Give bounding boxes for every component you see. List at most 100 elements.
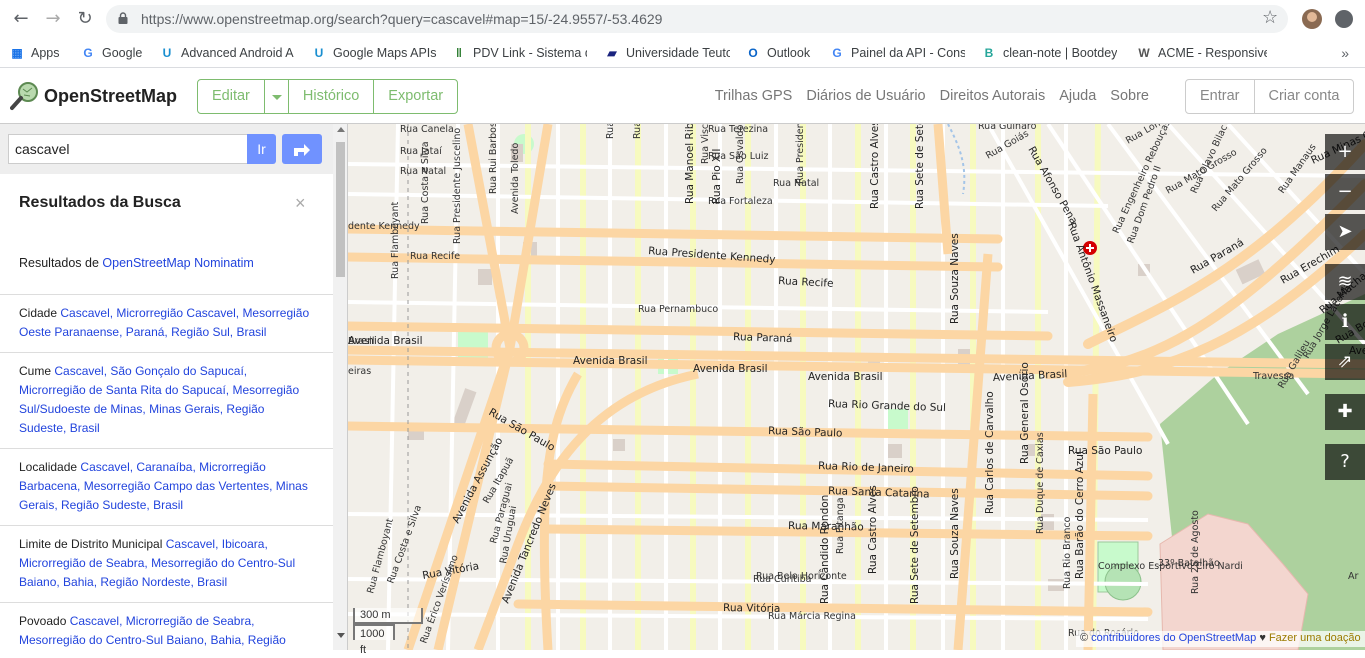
locate-icon[interactable]: ➤ <box>1325 214 1365 250</box>
browser-toolbar: ← → ↻ https://www.openstreetmap.org/sear… <box>0 0 1365 38</box>
nav-help[interactable]: Ajuda <box>1059 88 1096 104</box>
profile-avatar[interactable] <box>1302 9 1322 29</box>
street-label-minor: Rua Rio Branco <box>1062 516 1073 589</box>
result-place-link[interactable]: Cascavel, São Gonçalo do Sapucaí, Micror… <box>19 364 299 435</box>
teuto-icon: ▰ <box>605 46 619 60</box>
nav-gps-traces[interactable]: Trilhas GPS <box>715 88 793 104</box>
map-canvas[interactable]: Avenida BrasilAvenida BrasilAvenida Bras… <box>348 124 1365 650</box>
search-input[interactable] <box>8 134 248 164</box>
street-label-major: Rua São Paulo <box>768 425 843 440</box>
street-label-major: Rua Barão do Cerro Azul <box>1074 451 1086 579</box>
street-label-minor: Rua 25 de Agosto <box>1190 510 1201 594</box>
extension-icon[interactable] <box>1335 10 1353 28</box>
bookmark-item[interactable]: UGoogle Maps APIs <box>312 44 437 62</box>
layers-icon[interactable]: ≋ <box>1325 264 1365 300</box>
street-label-minor: Rua Marechal Floriano <box>632 124 643 139</box>
bookmark-label: Google Maps APIs <box>333 46 437 60</box>
bookmark-star-icon[interactable]: ☆ <box>1262 8 1278 28</box>
query-icon[interactable]: ? <box>1325 444 1365 480</box>
bookmarks-more-icon[interactable]: » <box>1341 45 1349 61</box>
directions-button[interactable] <box>282 134 322 164</box>
bookmark-label: Apps <box>31 46 60 60</box>
zoom-out-icon[interactable]: − <box>1325 174 1365 210</box>
street-label-minor: Rua Manaus <box>1276 142 1318 196</box>
attribution-link[interactable]: contribuidores do OpenStreetMap <box>1091 632 1256 644</box>
bookmark-item[interactable]: OOutlook <box>746 44 821 62</box>
edit-dropdown-chevron-icon[interactable] <box>265 80 289 113</box>
share-icon[interactable]: ⇗ <box>1325 344 1365 380</box>
street-label-major: Rua Souza Naves <box>949 488 961 579</box>
scale-bar: 300 m 1000 ft <box>353 608 423 642</box>
bookmark-item[interactable]: ▦ Apps <box>10 44 70 62</box>
bookmark-item[interactable]: ▰Universidade Teuto <box>605 44 730 62</box>
nav-about[interactable]: Sobre <box>1110 88 1149 104</box>
street-label-major: Rua Souza Naves <box>949 233 961 324</box>
legend-icon[interactable]: ℹ <box>1325 304 1365 340</box>
login-button[interactable]: Entrar <box>1186 80 1255 113</box>
bookmark-item[interactable]: GPainel da API - Cons <box>830 44 965 62</box>
outlook-icon: O <box>746 46 760 60</box>
bookmark-item[interactable]: GGoogle <box>81 44 151 62</box>
search-result[interactable]: Localidade Cascavel, Caranaíba, Microrre… <box>0 448 333 525</box>
url-path: /search?query=cascavel#map=15/-24.9557/-… <box>334 11 662 27</box>
search-result[interactable]: Cidade Cascavel, Microrregião Cascavel, … <box>0 294 333 352</box>
street-label-major: Rua General Osório <box>1019 362 1031 464</box>
donate-link[interactable]: Fazer uma doação <box>1269 632 1361 644</box>
apps-grid-icon: ▦ <box>10 46 24 60</box>
search-result[interactable]: Cume Cascavel, São Gonçalo do Sapucaí, M… <box>0 352 333 448</box>
bookmark-item[interactable]: Bclean-note | Bootdey <box>982 44 1117 62</box>
nav-copyright[interactable]: Direitos Autorais <box>940 88 1046 104</box>
directions-icon <box>282 134 322 164</box>
results-provider: Resultados de OpenStreetMap Nominatim <box>19 256 254 270</box>
scroll-down-icon[interactable] <box>337 633 345 638</box>
bookmark-item[interactable]: ‖PDV Link - Sistema d <box>452 44 587 62</box>
address-bar[interactable]: https://www.openstreetmap.org/search?que… <box>106 5 1288 33</box>
result-type: Localidade <box>19 460 77 474</box>
sidebar-scrollbar[interactable] <box>333 124 348 650</box>
scroll-up-icon[interactable] <box>337 127 345 132</box>
bookmark-item[interactable]: WACME - Responsive A <box>1137 44 1267 62</box>
signup-button[interactable]: Criar conta <box>1255 80 1354 113</box>
close-icon[interactable]: × <box>295 194 306 212</box>
osm-header: OpenStreetMap Editar Histórico Exportar … <box>0 69 1365 124</box>
reload-icon[interactable]: ↻ <box>74 8 96 30</box>
scale-metric: 300 m <box>353 608 423 624</box>
result-place-link[interactable]: Cascavel, Microrregião Cascavel, Mesorre… <box>19 306 309 339</box>
google-icon: G <box>830 46 844 60</box>
street-label-minor: Rua Canela <box>400 124 454 135</box>
nominatim-link[interactable]: OpenStreetMap Nominatim <box>102 256 253 270</box>
street-label-major: Rua Paraná <box>733 331 793 345</box>
map-landmark-label: Avenida Toledo <box>510 143 521 214</box>
nav-user-diaries[interactable]: Diários de Usuário <box>806 88 925 104</box>
heart-icon: ♥ <box>1256 632 1269 644</box>
back-arrow-icon[interactable]: ← <box>10 8 32 30</box>
forward-arrow-icon[interactable]: → <box>42 8 64 30</box>
bookmark-label: ACME - Responsive A <box>1158 46 1267 60</box>
street-label-major: Rua Recife <box>778 275 834 290</box>
street-label-minor: Rua Costa e Silva <box>420 141 431 224</box>
scroll-thumb[interactable] <box>336 142 345 277</box>
history-button[interactable]: Histórico <box>289 80 374 113</box>
bookmark-item[interactable]: UAdvanced Android A <box>160 44 295 62</box>
provider-prefix: Resultados de <box>19 256 102 270</box>
search-result[interactable]: Limite de Distrito Municipal Cascavel, I… <box>0 525 333 602</box>
search-result[interactable]: Povoado Cascavel, Microrregião de Seabra… <box>0 602 333 650</box>
zoom-in-icon[interactable]: + <box>1325 134 1365 170</box>
map-tiles[interactable]: Avenida BrasilAvenida BrasilAvenida Bras… <box>348 124 1365 650</box>
street-label-major: Avenida Brasil <box>808 371 883 383</box>
street-label-minor: Travessa <box>1252 371 1294 382</box>
url-host: https://www.openstreetmap.org <box>141 11 334 27</box>
note-icon[interactable]: ✚ <box>1325 394 1365 430</box>
sidebar: Ir Resultados da Busca × Resultados de O… <box>0 124 348 650</box>
edit-button[interactable]: Editar <box>198 80 265 113</box>
street-label-minor: Rua Flamboyant <box>390 201 401 279</box>
google-icon: G <box>81 46 95 60</box>
export-button[interactable]: Exportar <box>374 80 457 113</box>
street-label-minor: Rua Pitanga <box>835 497 846 554</box>
bookmark-label: Advanced Android A <box>181 46 294 60</box>
osm-magnifier-logo-icon[interactable] <box>10 81 40 111</box>
osm-logo-text[interactable]: OpenStreetMap <box>44 86 177 107</box>
bars-icon: ‖ <box>452 46 466 60</box>
bd-icon: B <box>982 46 996 60</box>
search-go-button[interactable]: Ir <box>247 134 276 164</box>
